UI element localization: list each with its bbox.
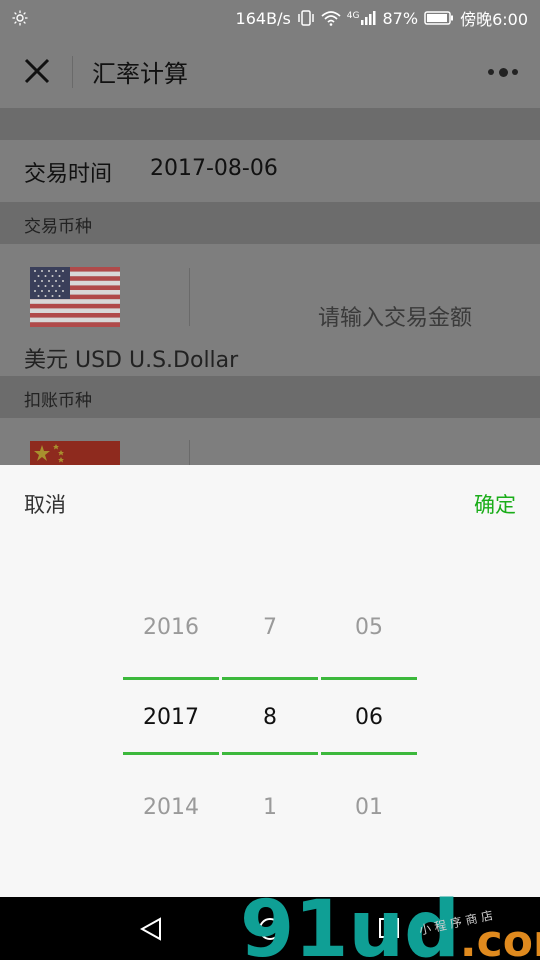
status-bar: 164B/s 4G 87% 傍晚6:00 [0,0,540,36]
section-header-trade-currency: 交易币种 [0,202,540,244]
status-left [12,10,28,26]
us-flag-icon[interactable] [30,267,120,327]
watermark-brand: 91ud.com [240,886,540,960]
trade-time-row[interactable]: 交易时间 2017-08-06 [0,140,540,202]
network-speed: 164B/s [235,8,291,28]
more-dot-icon [498,67,508,77]
amount-input[interactable]: 请输入交易金额 [318,300,472,332]
trade-time-value[interactable]: 2017-08-06 [150,156,278,181]
selection-line-bottom [222,752,318,755]
trade-time-label: 交易时间 [24,162,113,187]
page-title: 汇率计算 [92,60,188,88]
day-selected[interactable]: 06 [321,705,417,730]
cell-signal-icon: 4G [347,11,377,25]
currency-divider [189,268,190,326]
selection-line-bottom [123,752,219,755]
brightness-icon [12,10,28,26]
watermark-logo: 91ud.com 小 程 序 商 店 [240,886,540,960]
more-dot-icon [512,69,518,75]
month-prev[interactable]: 7 [222,615,318,640]
trade-currency-row[interactable]: 请输入交易金额 美元 USD U.S.Dollar [0,244,540,376]
selection-line-top [222,677,318,680]
china-flag-icon[interactable] [30,441,120,465]
currency-divider [189,440,190,465]
battery-percent: 87% [382,8,419,28]
clock: 傍晚6:00 [460,10,528,29]
day-next[interactable]: 01 [321,795,417,820]
year-prev[interactable]: 2016 [123,615,219,640]
spacer [0,108,540,140]
date-picker-sheet: 取消 确定 2016 2017 2014 7 8 1 05 06 01 [0,465,540,897]
navbar-divider [72,56,73,88]
confirm-button[interactable]: 确定 [474,489,516,519]
section-title: 扣账币种 [24,391,92,411]
cancel-button[interactable]: 取消 [24,489,66,519]
month-next[interactable]: 1 [222,795,318,820]
selection-line-top [321,677,417,680]
back-icon[interactable] [140,917,162,941]
more-dot-icon [488,69,494,75]
more-menu-button[interactable] [488,62,518,82]
section-header-debit-currency: 扣账币种 [0,376,540,418]
month-selected[interactable]: 8 [222,705,318,730]
navigation-bar: 汇率计算 [0,36,540,108]
day-prev[interactable]: 05 [321,615,417,640]
close-icon[interactable] [22,56,52,86]
trade-currency-name: 美元 USD U.S.Dollar [24,348,239,373]
debit-currency-row[interactable] [0,418,540,465]
network-type: 4G [346,11,360,21]
selection-line-top [123,677,219,680]
section-title: 交易币种 [24,217,92,237]
selection-line-bottom [321,752,417,755]
year-selected[interactable]: 2017 [123,705,219,730]
wifi-icon [321,11,341,26]
year-next[interactable]: 2014 [123,795,219,820]
status-right: 164B/s 4G 87% 傍晚6:00 [236,6,528,30]
vibrate-icon [298,10,314,26]
battery-icon [424,11,454,25]
